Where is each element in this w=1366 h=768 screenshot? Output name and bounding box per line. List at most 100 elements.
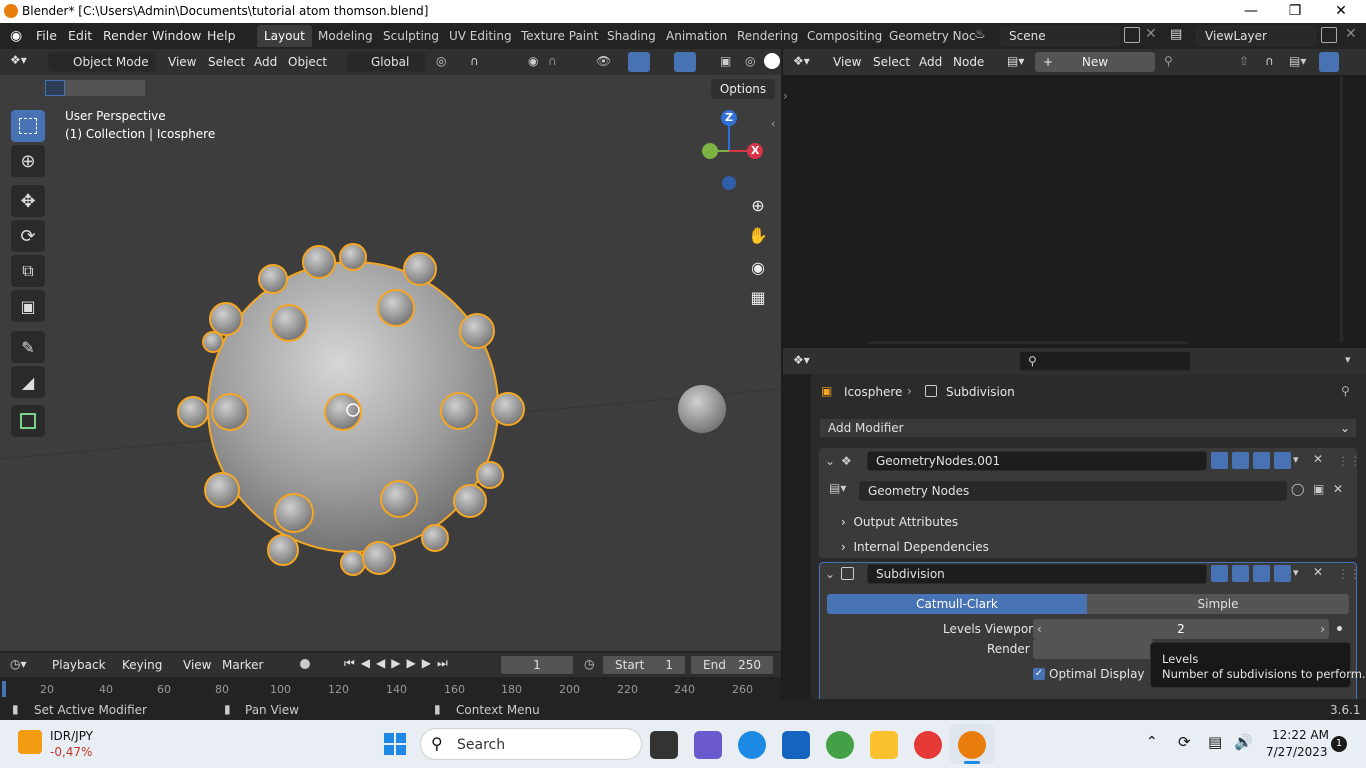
collapse-icon[interactable]: ⌄	[825, 567, 835, 581]
mode-dropdown[interactable]: Object Mode	[48, 52, 156, 72]
ticker-symbol[interactable]: IDR/JPY	[50, 729, 93, 743]
tab-modeling[interactable]: Modeling	[311, 25, 380, 47]
node-sidebar-toggle-icon[interactable]: ›	[783, 89, 788, 103]
remove-modifier-icon[interactable]: ✕	[1313, 565, 1323, 579]
increment-icon[interactable]: ›	[1320, 619, 1325, 639]
file-explorer-icon[interactable]	[870, 731, 898, 759]
add-modifier-button[interactable]: Add Modifier ⌄	[819, 418, 1357, 438]
select-mode-invert-icon[interactable]	[105, 80, 125, 96]
keyframe-dot-icon[interactable]	[1337, 626, 1342, 631]
minimize-button[interactable]: —	[1228, 0, 1274, 23]
viewport-display-icon[interactable]	[1253, 452, 1270, 469]
sync-icon[interactable]: ⟳	[1178, 733, 1191, 751]
playback-controls[interactable]: ⏮◀◀▶▶▶⏭	[344, 656, 454, 671]
select-mode-intersect-icon[interactable]	[125, 80, 145, 96]
menu-render[interactable]: Render	[103, 28, 148, 43]
3d-viewport[interactable]: ❖▾ Object Mode View Select Add Object Gl…	[0, 49, 781, 651]
node-menu-node[interactable]: Node	[953, 55, 984, 69]
subdivision-name-field[interactable]: Subdivision	[867, 564, 1207, 584]
scene-browse-icon[interactable]: ♨	[974, 27, 996, 45]
blender-taskbar-item[interactable]	[950, 724, 994, 764]
node-editor-type-icon[interactable]: ❖▾	[793, 54, 810, 68]
blender-menu-icon[interactable]: ◉	[10, 28, 26, 44]
render-camera-icon[interactable]	[1274, 565, 1291, 582]
transform-orientation-dropdown[interactable]: Global	[346, 52, 426, 72]
drag-handle-icon[interactable]: ⋮⋮	[1337, 567, 1361, 581]
unlink-icon[interactable]: ✕	[1333, 482, 1343, 496]
current-frame-field[interactable]: 1	[500, 655, 574, 675]
node-menu-add[interactable]: Add	[919, 55, 942, 69]
modifier-menu-icon[interactable]: ▾	[1293, 566, 1299, 579]
delete-view-layer-icon[interactable]: ✕	[1345, 26, 1357, 42]
select-mode-new-icon[interactable]	[45, 80, 65, 96]
options-dropdown[interactable]: Options	[711, 79, 775, 99]
timeline[interactable]: ◷▾ Playback Keying View Marker ⏮◀◀▶▶▶⏭ 1…	[0, 651, 781, 699]
properties-options-icon[interactable]: ▾	[1345, 353, 1351, 366]
node-scrollbar[interactable]	[1340, 77, 1343, 342]
opera-icon[interactable]	[914, 731, 942, 759]
node-tree-type-icon[interactable]: ▤▾	[1007, 54, 1024, 68]
panel-internal-dependencies[interactable]: › Internal Dependencies	[841, 540, 989, 554]
solid-shading-icon[interactable]	[764, 53, 780, 69]
tab-shading[interactable]: Shading	[600, 25, 663, 47]
pin-icon[interactable]: ⚲	[1164, 54, 1173, 68]
node-group-field[interactable]: Geometry Nodes	[859, 481, 1287, 501]
fake-user-shield-icon[interactable]: ◯	[1291, 482, 1304, 496]
edge-icon[interactable]	[738, 731, 766, 759]
node-menu-select[interactable]: Select	[873, 55, 910, 69]
task-view-icon[interactable]	[650, 731, 678, 759]
cage-icon[interactable]	[1232, 565, 1249, 582]
timeline-menu-playback[interactable]: Playback	[52, 658, 106, 672]
record-icon[interactable]	[300, 659, 310, 669]
view-layer-field[interactable]: ViewLayer	[1196, 26, 1316, 46]
viewport-menu-view[interactable]: View	[168, 55, 196, 69]
timeline-menu-marker[interactable]: Marker	[222, 658, 263, 672]
select-mode-extend-icon[interactable]	[65, 80, 85, 96]
wireframe-shading-icon[interactable]: ◎	[745, 54, 755, 68]
optimal-display-checkbox[interactable]: ✓	[1033, 668, 1045, 680]
end-frame-field[interactable]: End 250	[690, 655, 774, 675]
viewport-display-icon[interactable]	[1253, 565, 1270, 582]
tab-uv-editing[interactable]: UV Editing	[442, 25, 519, 47]
new-view-layer-icon[interactable]	[1321, 27, 1337, 43]
network-icon[interactable]: ▤	[1208, 733, 1222, 751]
viewport-menu-object[interactable]: Object	[288, 55, 327, 69]
levels-viewport-field[interactable]: ‹ 2 ›	[1033, 619, 1329, 639]
menu-edit[interactable]: Edit	[68, 28, 92, 43]
menu-file[interactable]: File	[36, 28, 57, 43]
mode-simple-button[interactable]: Simple	[1087, 594, 1349, 614]
stock-widget-icon[interactable]	[18, 730, 42, 754]
tool-select-box[interactable]	[11, 110, 45, 142]
close-button[interactable]: ✕	[1318, 0, 1364, 23]
chevron-up-icon[interactable]: ⌃	[1146, 734, 1158, 750]
sidebar-toggle-icon[interactable]: ‹	[771, 117, 775, 130]
drag-handle-icon[interactable]: ⋮⋮	[1337, 454, 1361, 468]
edit-mode-icon[interactable]	[1211, 452, 1228, 469]
clock-date[interactable]: 7/27/2023	[1266, 745, 1328, 759]
node-editor[interactable]: ❖▾ View Select Add Node ▤▾ + New ⚲ ⇧ ∩ ▤▾…	[783, 49, 1366, 346]
xray-icon[interactable]: ▣	[720, 54, 731, 68]
properties-editor-type-icon[interactable]: ❖▾	[793, 353, 810, 367]
node-snap-icon[interactable]: ∩	[1265, 54, 1274, 68]
properties-pin-icon[interactable]: ⚲	[1341, 384, 1350, 398]
collapse-icon[interactable]: ⌄	[825, 454, 835, 468]
panel-output-attributes[interactable]: › Output Attributes	[841, 515, 958, 529]
delete-scene-icon[interactable]: ✕	[1145, 26, 1157, 42]
tab-animation[interactable]: Animation	[659, 25, 734, 47]
tab-sculpting[interactable]: Sculpting	[376, 25, 446, 47]
new-node-tree-button[interactable]: + New	[1035, 52, 1155, 72]
notification-badge[interactable]: 1	[1331, 736, 1347, 752]
duplicate-icon[interactable]: ▣	[1313, 482, 1324, 496]
gizmo-toggle-icon[interactable]	[628, 52, 650, 72]
decrement-icon[interactable]: ‹	[1037, 619, 1042, 639]
proportional-edit-icon[interactable]: ◉	[528, 54, 538, 68]
node-overlay-icon[interactable]	[1319, 52, 1339, 72]
remove-modifier-icon[interactable]: ✕	[1313, 452, 1323, 466]
start-frame-field[interactable]: Start 1	[602, 655, 686, 675]
teams-icon[interactable]	[694, 731, 722, 759]
node-snap-mode-icon[interactable]: ▤▾	[1289, 54, 1306, 68]
edit-mode-icon[interactable]	[1211, 565, 1228, 582]
pivot-icon[interactable]: ◎	[436, 54, 446, 68]
render-camera-icon[interactable]	[1274, 452, 1291, 469]
render-levels-field[interactable]	[1033, 639, 1153, 659]
